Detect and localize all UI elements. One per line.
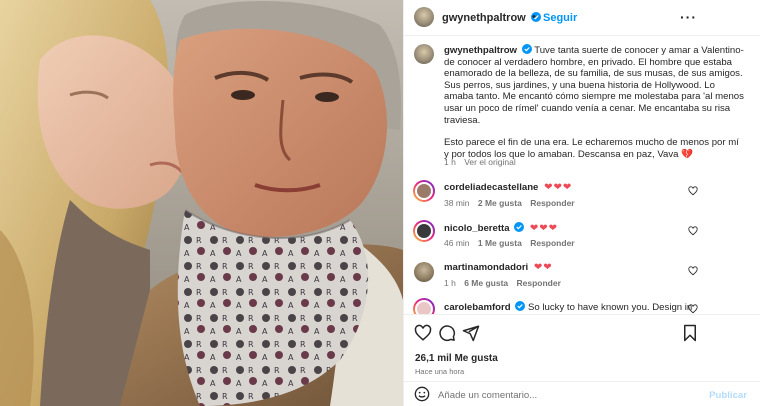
comment-item: nicolo_beretta ❤❤❤ — [444, 222, 558, 234]
bookmark-icon[interactable] — [681, 324, 699, 342]
see-original-link[interactable]: Ver el original — [464, 157, 516, 167]
comment-text: ❤❤❤ — [529, 223, 559, 234]
comment-item: carolebamford So lucky to have known you… — [444, 301, 692, 313]
caption-paragraph-1: Tuve tanta suerte de conocer y amar a Va… — [444, 45, 744, 126]
publish-button[interactable]: Publicar — [709, 390, 747, 401]
author-username-text[interactable]: gwynethpaltrow — [442, 12, 526, 24]
author-username[interactable]: gwynethpaltrow — [442, 12, 541, 24]
comment-avatar[interactable] — [413, 180, 435, 202]
post-header: gwynethpaltrow • Seguir ··· — [404, 0, 760, 36]
emoji-icon[interactable] — [414, 386, 430, 402]
comment-avatar[interactable] — [414, 262, 434, 282]
comment-age[interactable]: 1 h — [444, 278, 456, 288]
instagram-post: R A — [0, 0, 760, 406]
comment-heart-icon[interactable] — [688, 186, 698, 196]
comment-username[interactable]: nicolo_beretta — [444, 223, 510, 234]
reply-button[interactable]: Responder — [517, 278, 561, 288]
comment-heart-icon[interactable] — [688, 226, 698, 236]
comment-likes[interactable]: 1 Me gusta — [478, 238, 522, 248]
comment-item: martinamondadori ❤❤ — [444, 262, 553, 273]
comment-username[interactable]: carolebamford — [444, 302, 511, 313]
comment-heart-icon[interactable] — [688, 266, 698, 276]
comment-username[interactable]: cordeliadecastellane — [444, 182, 538, 193]
verified-icon — [521, 44, 532, 54]
separator-dot: • — [532, 11, 536, 23]
comment-meta: 1 h 6 Me gusta Responder — [444, 278, 561, 288]
heart-icon[interactable] — [414, 324, 432, 342]
caption-author-avatar[interactable] — [414, 44, 434, 64]
author-avatar[interactable] — [414, 7, 434, 27]
verified-icon — [514, 222, 525, 232]
add-comment-bar: Añade un comentario... Publicar — [404, 381, 760, 406]
comment-likes[interactable]: 2 Me gusta — [478, 198, 522, 208]
post-photo[interactable]: R A — [0, 0, 403, 406]
comment-input[interactable]: Añade un comentario... — [438, 390, 537, 401]
post-actions: 26,1 mil Me gusta Hace una hora Añade un… — [404, 314, 760, 406]
post-time[interactable]: Hace una hora — [415, 367, 464, 376]
reply-button[interactable]: Responder — [530, 238, 574, 248]
comment-text: ❤❤❤ — [544, 182, 573, 193]
follow-button[interactable]: Seguir — [543, 12, 577, 24]
post-detail-panel: gwynethpaltrow • Seguir ··· gwynethpaltr… — [403, 0, 760, 406]
caption-author[interactable]: gwynethpaltrow — [444, 45, 517, 56]
caption-meta: 1 h Ver el original — [444, 157, 516, 167]
comment-icon[interactable] — [438, 324, 456, 342]
more-icon[interactable]: ··· — [680, 9, 697, 25]
likes-count[interactable]: 26,1 mil Me gusta — [415, 353, 498, 364]
comment-avatar[interactable] — [413, 220, 435, 242]
comment-likes[interactable]: 6 Me gusta — [464, 278, 508, 288]
photo-illustration: R A — [0, 0, 403, 406]
comment-meta: 46 min 1 Me gusta Responder — [444, 238, 575, 248]
comment-age[interactable]: 38 min — [444, 198, 470, 208]
comment-meta: 38 min 2 Me gusta Responder — [444, 198, 575, 208]
comment-item: cordeliadecastellane ❤❤❤ — [444, 182, 572, 193]
caption-age[interactable]: 1 h — [444, 157, 456, 167]
caption: gwynethpaltrow Tuve tanta suerte de cono… — [444, 44, 744, 160]
comment-username[interactable]: martinamondadori — [444, 262, 528, 273]
comment-text: ❤❤ — [533, 262, 553, 273]
comment-age[interactable]: 46 min — [444, 238, 470, 248]
share-icon[interactable] — [462, 324, 480, 342]
verified-icon — [515, 301, 526, 311]
comment-heart-icon[interactable] — [688, 304, 698, 314]
comment-text: So lucky to have known you. Design in — [528, 302, 693, 313]
reply-button[interactable]: Responder — [530, 198, 574, 208]
